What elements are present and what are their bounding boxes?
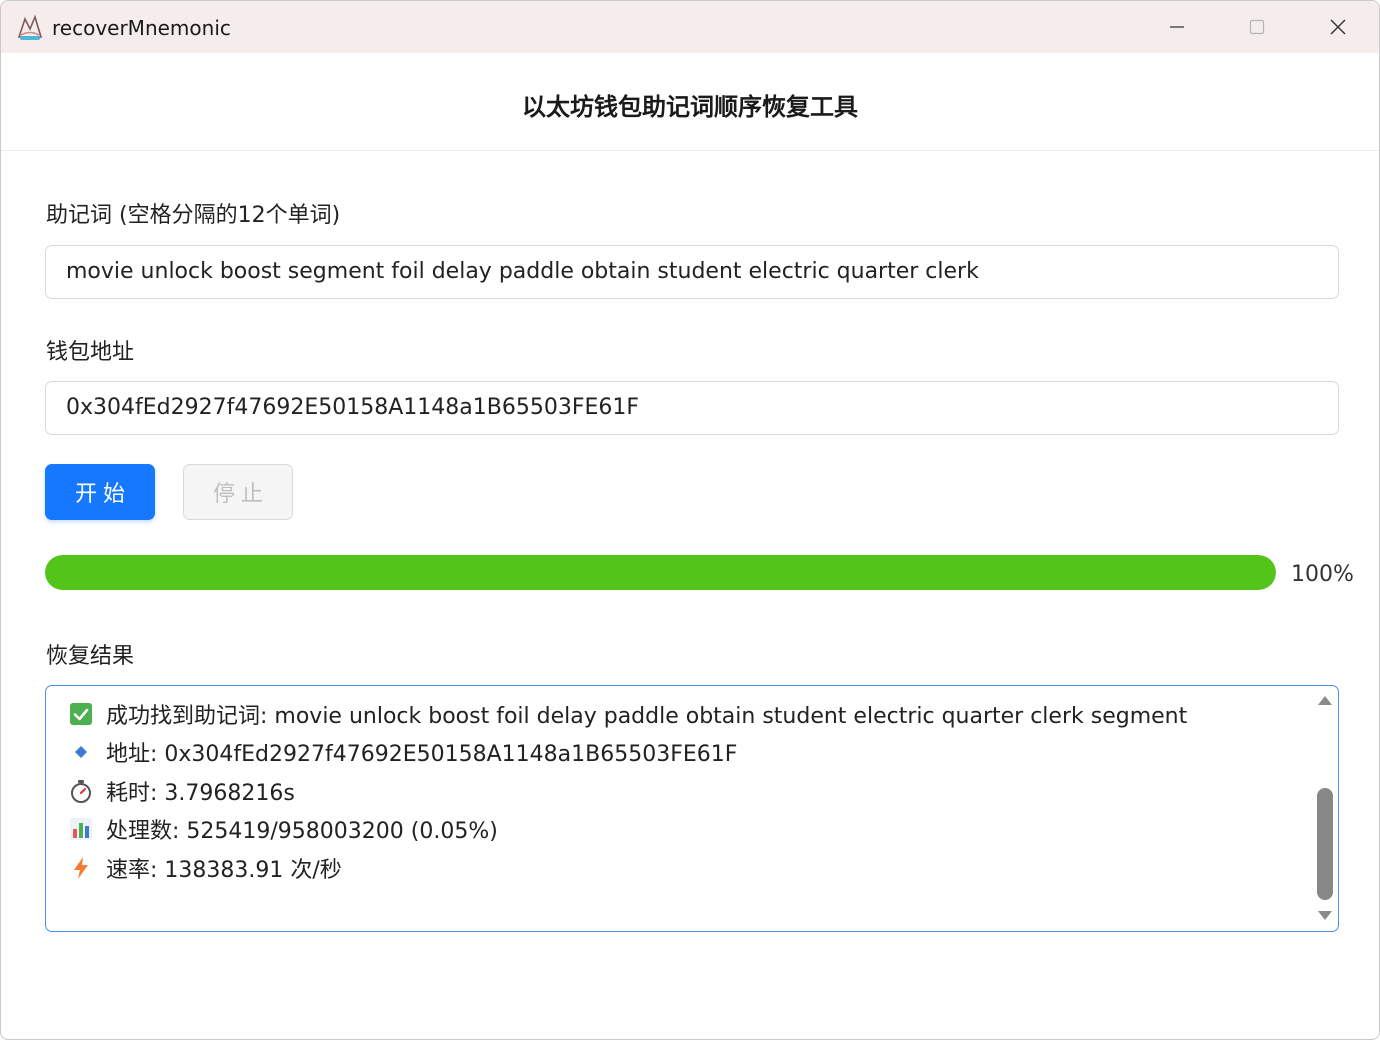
- result-line-count: 处理数: 525419/958003200 (0.05%): [68, 812, 498, 846]
- page-header: 以太坊钱包助记词顺序恢复工具: [1, 53, 1379, 151]
- app-window: recoverMnemonic 以太坊钱包助记词顺序恢复工具 助记词 (空格分隔…: [0, 0, 1380, 1040]
- progress-bar: [45, 555, 1276, 590]
- title-bar[interactable]: recoverMnemonic: [1, 1, 1379, 53]
- address-input[interactable]: 0x304fEd2927f47692E50158A1148a1B65503FE6…: [45, 381, 1339, 435]
- scroll-down-arrow-icon[interactable]: [1317, 910, 1333, 922]
- window-title: recoverMnemonic: [52, 16, 231, 40]
- results-label: 恢复结果: [46, 644, 135, 669]
- minimize-button[interactable]: [1137, 1, 1217, 53]
- results-output[interactable]: 成功找到助记词: movie unlock boost foil delay p…: [45, 685, 1339, 932]
- lightning-icon: [68, 855, 94, 881]
- stop-button[interactable]: 停止: [183, 464, 293, 520]
- maximize-button[interactable]: [1217, 1, 1297, 53]
- check-mark-icon: [68, 701, 94, 727]
- scroll-up-arrow-icon[interactable]: [1317, 694, 1333, 706]
- progress-percent: 100%: [1291, 562, 1354, 587]
- result-line-time: 耗时: 3.7968216s: [68, 774, 295, 808]
- start-button[interactable]: 开始: [45, 464, 155, 520]
- result-text: 成功找到助记词: movie unlock boost foil delay p…: [106, 704, 1188, 729]
- mnemonic-label: 助记词 (空格分隔的12个单词): [46, 203, 341, 228]
- result-text: 耗时: 3.7968216s: [106, 781, 295, 806]
- result-line-address: 地址: 0x304fEd2927f47692E50158A1148a1B6550…: [68, 735, 737, 769]
- result-text: 地址: 0x304fEd2927f47692E50158A1148a1B6550…: [106, 742, 738, 767]
- result-line-rate: 速率: 138383.91 次/秒: [68, 851, 342, 885]
- app-icon: [17, 14, 43, 40]
- scrollbar-thumb[interactable]: [1317, 788, 1333, 900]
- bar-chart-icon: [68, 816, 94, 842]
- result-text: 速率: 138383.91 次/秒: [106, 858, 342, 883]
- result-text: 处理数: 525419/958003200 (0.05%): [106, 819, 498, 844]
- diamond-icon: [68, 739, 94, 765]
- mnemonic-input[interactable]: movie unlock boost segment foil delay pa…: [45, 245, 1339, 299]
- result-line-success: 成功找到助记词: movie unlock boost foil delay p…: [68, 697, 1187, 731]
- maximize-icon: [1249, 19, 1265, 35]
- close-icon: [1330, 19, 1346, 35]
- address-label: 钱包地址: [46, 340, 135, 365]
- close-button[interactable]: [1298, 1, 1378, 53]
- page-title: 以太坊钱包助记词顺序恢复工具: [522, 93, 858, 121]
- progress-fill: [45, 555, 1276, 590]
- minimize-icon: [1170, 26, 1184, 28]
- stopwatch-icon: [68, 778, 94, 804]
